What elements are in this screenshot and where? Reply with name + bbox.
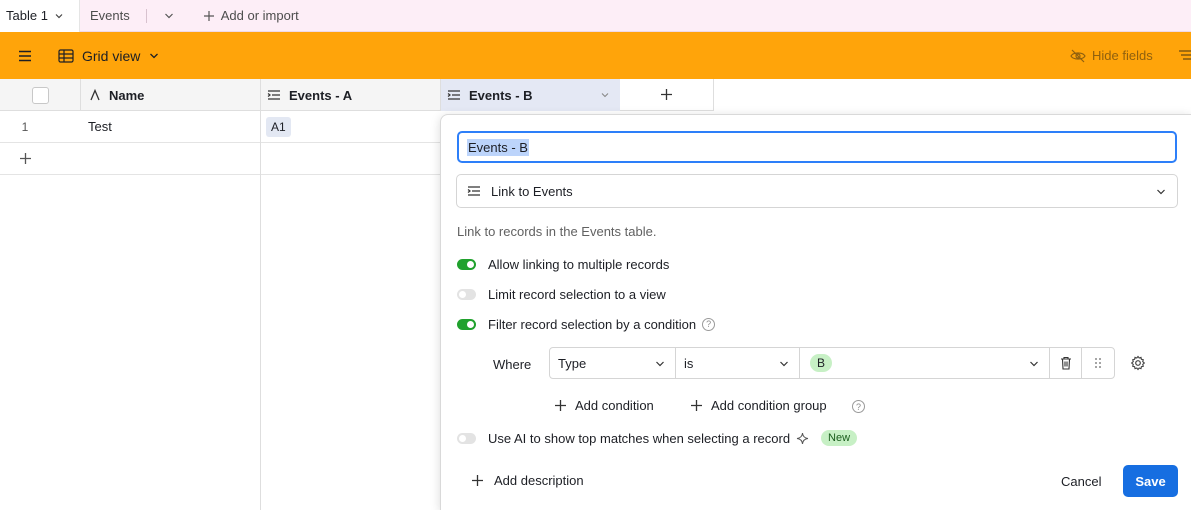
toggle-switch[interactable] — [457, 258, 476, 270]
tab-label: Table 1 — [6, 8, 48, 23]
field-type-select[interactable]: Link to Events — [456, 174, 1178, 208]
option-limit-view[interactable]: Limit record selection to a view — [457, 284, 666, 304]
chevron-down-icon — [150, 53, 159, 58]
add-description-button[interactable]: Add description — [471, 473, 584, 488]
plus-icon — [203, 10, 214, 21]
option-ai-matches[interactable]: Use AI to show top matches when selectin… — [457, 428, 858, 448]
hamburger-icon — [19, 50, 31, 61]
tab-table-1[interactable]: Table 1 — [0, 0, 80, 32]
delete-condition-button[interactable] — [1050, 348, 1082, 378]
where-label: Where — [493, 356, 532, 372]
help-icon[interactable]: ? — [852, 400, 865, 413]
condition-value-chip: B — [810, 354, 833, 372]
toggle-switch[interactable] — [457, 432, 476, 444]
table-tab-bar: Table 1 Events Add or import — [0, 0, 1191, 32]
condition-operator-select[interactable]: is — [676, 348, 800, 378]
add-condition-group-label: Add condition group — [711, 398, 827, 413]
add-or-import-button[interactable]: Add or import — [193, 0, 309, 32]
linked-record-chip[interactable]: A1 — [266, 116, 291, 137]
column-label: Events - A — [289, 87, 353, 103]
column-header-events-a[interactable]: Events - A — [261, 79, 441, 111]
field-help-text: Link to records in the Events table. — [457, 224, 657, 239]
option-label: Use AI to show top matches when selectin… — [488, 430, 791, 446]
trash-icon — [1060, 356, 1071, 370]
select-all-cell — [0, 79, 81, 111]
views-menu-button[interactable] — [0, 32, 50, 79]
filter-condition: Type is B — [549, 347, 1115, 379]
chevron-down-icon — [780, 361, 788, 367]
gear-icon[interactable] — [1130, 355, 1146, 371]
condition-field-value: Type — [558, 355, 587, 371]
option-label: Allow linking to multiple records — [488, 256, 670, 272]
chevron-down-icon — [55, 13, 63, 18]
drag-handle-icon — [1095, 358, 1101, 368]
add-condition-button[interactable]: Add condition — [554, 398, 654, 413]
condition-field-select[interactable]: Type — [550, 348, 676, 378]
view-toolbar: Grid view Hide fields — [0, 32, 1191, 79]
view-name: Grid view — [82, 47, 141, 64]
option-multiple-records[interactable]: Allow linking to multiple records — [457, 254, 669, 274]
text-field-icon — [90, 89, 100, 101]
column-label: Events - B — [469, 87, 533, 103]
help-icon[interactable]: ? — [702, 317, 716, 331]
linked-record-icon — [447, 90, 460, 100]
add-import-label: Add or import — [220, 8, 299, 23]
linked-record-icon — [267, 90, 280, 100]
add-description-label: Add description — [494, 473, 584, 488]
tab-label: Events — [90, 8, 130, 23]
plus-icon — [472, 475, 483, 486]
field-name-input[interactable]: Events - B — [457, 131, 1177, 163]
plus-icon — [691, 400, 702, 411]
tab-events[interactable]: Events — [80, 0, 140, 32]
tab-divider — [145, 8, 147, 23]
hide-fields-label: Hide fields — [1092, 48, 1153, 63]
option-filter-condition[interactable]: Filter record selection by a condition ? — [457, 314, 716, 334]
plus-icon — [555, 400, 566, 411]
option-label: Filter record selection by a condition — [488, 316, 697, 332]
chevron-down-icon — [1157, 189, 1165, 195]
toggle-switch[interactable] — [457, 318, 476, 330]
cell-name[interactable]: Test — [88, 111, 258, 142]
field-type-label: Link to Events — [491, 183, 573, 199]
grid-icon — [58, 48, 74, 63]
cancel-button[interactable]: Cancel — [1051, 465, 1111, 497]
add-condition-label: Add condition — [575, 398, 654, 413]
plus-icon — [19, 153, 31, 164]
chevron-down-icon — [164, 13, 173, 18]
linked-record-icon — [467, 186, 480, 196]
toggle-switch[interactable] — [457, 288, 476, 300]
add-condition-group-button[interactable]: Add condition group — [690, 398, 827, 413]
add-row-button[interactable] — [0, 143, 50, 174]
field-name-value: Events - B — [467, 138, 529, 156]
column-label: Name — [109, 87, 145, 103]
condition-operator-value: is — [684, 355, 694, 371]
drag-condition-handle[interactable] — [1082, 348, 1114, 378]
row-number: 1 — [21, 119, 29, 134]
table-row[interactable]: 1 Test A1 — [0, 111, 440, 143]
filter-icon[interactable] — [1178, 48, 1191, 62]
grid-header: Name Events - A Events - B — [0, 79, 714, 111]
add-row[interactable] — [0, 143, 440, 175]
all-tables-button[interactable] — [153, 0, 185, 32]
new-badge: New — [821, 430, 858, 446]
chevron-down-icon[interactable] — [600, 90, 610, 100]
plus-icon — [661, 89, 672, 100]
hide-fields-button[interactable]: Hide fields — [1070, 32, 1153, 79]
view-switcher[interactable]: Grid view — [50, 32, 168, 79]
column-divider — [260, 111, 261, 510]
save-button[interactable]: Save — [1123, 465, 1178, 497]
field-editor-popover: Events - B Link to Events Link to record… — [440, 114, 1191, 510]
select-all-checkbox[interactable] — [31, 86, 49, 104]
chevron-down-icon — [1030, 361, 1038, 367]
chevron-down-icon — [656, 361, 664, 367]
add-field-button[interactable] — [620, 79, 714, 111]
sparkle-icon — [796, 432, 809, 444]
eye-off-icon — [1070, 49, 1086, 62]
where-label-row: Where — [493, 348, 548, 380]
cell-events-a[interactable]: A1 — [266, 111, 436, 142]
condition-value-select[interactable]: B — [800, 348, 1050, 378]
option-label: Limit record selection to a view — [488, 286, 666, 302]
column-header-name[interactable]: Name — [81, 79, 261, 111]
column-header-events-b[interactable]: Events - B — [441, 79, 621, 111]
